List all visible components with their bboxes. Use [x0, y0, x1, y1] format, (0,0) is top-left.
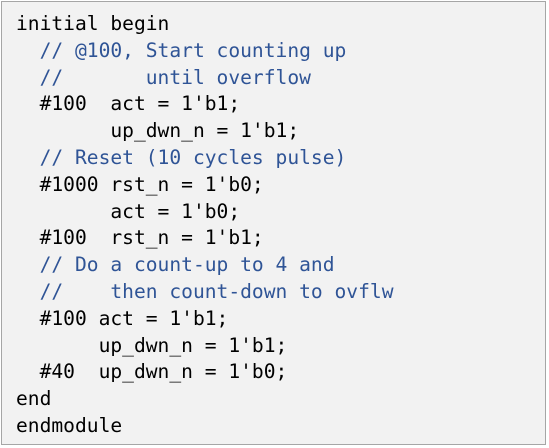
comment-line: // then count-down to ovflw	[16, 279, 394, 303]
code-block: initial begin // @100, Start counting up…	[16, 11, 394, 440]
code-line: up_dwn_n = 1'b1;	[16, 333, 288, 357]
code-line: #1000 rst_n = 1'b0;	[16, 172, 264, 196]
code-line: #100 act = 1'b1;	[16, 306, 229, 330]
comment-line: // until overflow	[16, 65, 311, 89]
code-line: #100 rst_n = 1'b1;	[16, 226, 264, 250]
code-line: act = 1'b0;	[16, 199, 241, 223]
code-snippet-box: initial begin // @100, Start counting up…	[1, 1, 546, 445]
comment-line: // Reset (10 cycles pulse)	[16, 145, 347, 169]
comment-line: // @100, Start counting up	[16, 38, 347, 62]
code-line: up_dwn_n = 1'b1;	[16, 119, 300, 143]
code-line: end	[16, 387, 52, 411]
code-line: #40 up_dwn_n = 1'b0;	[16, 360, 288, 384]
code-line: endmodule	[16, 413, 123, 437]
comment-line: // Do a count-up to 4 and	[16, 253, 335, 277]
code-line: #100 act = 1'b1;	[16, 92, 241, 116]
code-line: initial begin	[16, 12, 170, 35]
